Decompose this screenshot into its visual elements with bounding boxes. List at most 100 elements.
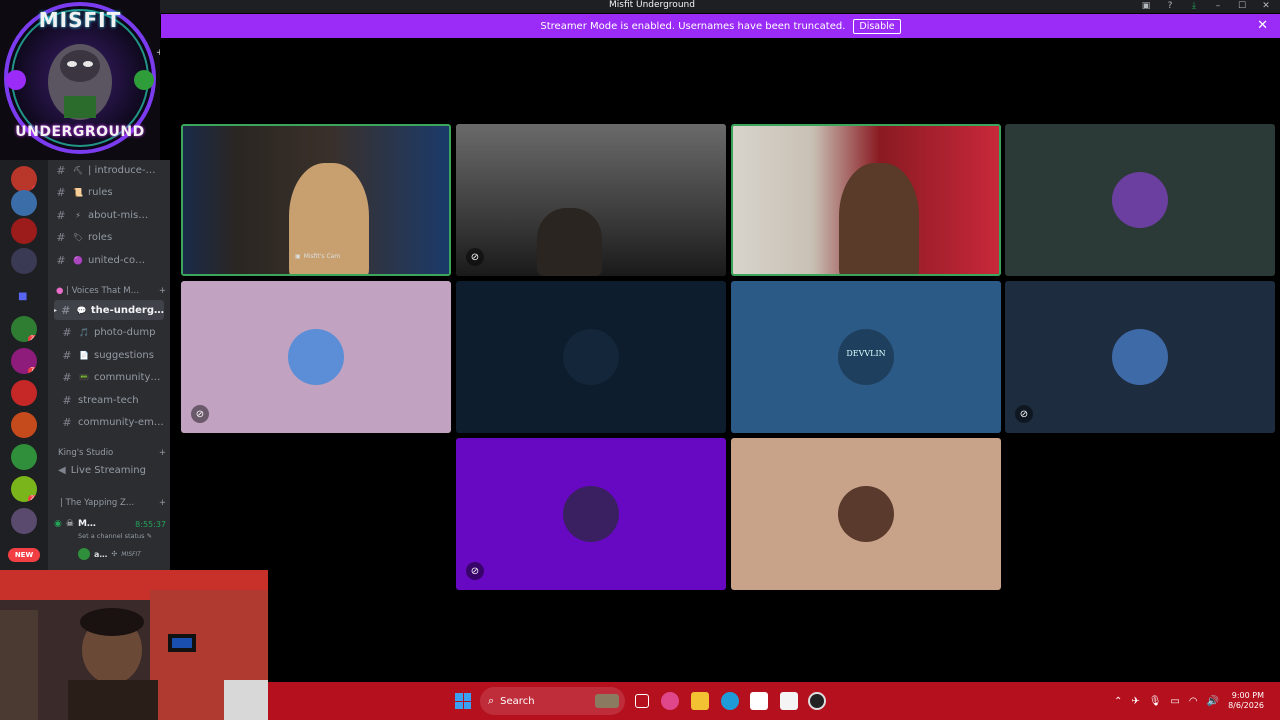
participant-silhouette [537, 207, 602, 276]
disable-streamer-mode-button[interactable]: Disable [853, 18, 901, 34]
notepad-icon[interactable] [780, 692, 798, 710]
avatar [838, 486, 894, 542]
channel-item[interactable]: # 🎵 photo-dump [54, 322, 164, 342]
close-window-icon[interactable]: ✕ [1260, 1, 1272, 12]
hash-icon: # [62, 415, 72, 429]
channel-item[interactable]: # ⛏ | introduce-… [54, 160, 164, 180]
skull-icon: ☠ [65, 519, 74, 529]
help-icon[interactable]: ? [1164, 1, 1176, 12]
speaker-on-icon: ◉ [54, 519, 62, 529]
participant-tile[interactable] [731, 124, 1001, 276]
participant-tile[interactable]: ⊘ [181, 281, 451, 433]
server-rail: 4 ■ 23 74 27 NEW [0, 160, 48, 570]
minimize-icon[interactable]: – [1212, 1, 1224, 12]
window-controls: ▣ ? ⤓ – ☐ ✕ [1140, 0, 1272, 12]
muted-icon: ⊘ [466, 248, 484, 266]
task-view-icon[interactable] [635, 694, 649, 708]
avatar [1112, 329, 1168, 385]
microphone-icon[interactable]: 🎙 [1149, 696, 1162, 707]
muted-icon: ⊘ [1015, 405, 1033, 423]
avatar [563, 486, 619, 542]
channel-item[interactable]: # community-em… [54, 412, 164, 432]
taskbar-search[interactable]: ⌕ Search [480, 687, 625, 715]
server-icon[interactable] [11, 380, 37, 406]
add-channel-icon[interactable]: + [159, 448, 166, 458]
voice-channel-live-streaming[interactable]: ◀ Live Streaming [58, 465, 166, 476]
camera-icon: ▣ [295, 253, 301, 260]
channel-item[interactable]: # 🏷 roles [54, 227, 164, 247]
category-yapping[interactable]: | The Yapping Z… + [56, 498, 166, 508]
chevron-up-icon[interactable]: ⌃ [1114, 696, 1122, 707]
file-explorer-icon[interactable] [691, 692, 709, 710]
category-voices[interactable]: ● | Voices That M… + [56, 286, 166, 296]
channel-item[interactable]: # 📟 community… [54, 367, 164, 387]
channel-item[interactable]: # 🟣 united-co… [54, 250, 164, 270]
start-button[interactable] [455, 693, 471, 709]
avatar-text: DEVVLIN [846, 349, 886, 358]
participant-tile[interactable]: ⊘ [456, 124, 726, 276]
camera-label: ▣ Misfit's Cam [295, 253, 341, 260]
inbox-icon[interactable]: ▣ [1140, 1, 1152, 12]
server-tag-icon: ✣ [111, 550, 118, 558]
system-tray: ⌃ ✈ 🎙 ▭ ◠ 🔊 9:00 PM 8/6/2026 [1114, 682, 1264, 720]
streamer-mode-message: Streamer Mode is enabled. Usernames have… [540, 20, 846, 32]
server-icon[interactable]: 4 [11, 166, 37, 192]
obs-icon[interactable] [808, 692, 826, 710]
new-badge[interactable]: NEW [8, 548, 40, 562]
participant-tile[interactable] [456, 281, 726, 433]
hash-icon: # [56, 185, 66, 199]
folder-icon[interactable]: ■ [18, 291, 29, 302]
search-highlight-icon [595, 694, 619, 708]
server-icon[interactable] [11, 508, 37, 534]
category-kings-studio[interactable]: King's Studio + [56, 448, 166, 458]
channel-item[interactable]: # 📜 rules [54, 182, 164, 202]
channel-item[interactable]: # stream-tech [54, 390, 164, 410]
server-icon[interactable]: 27 [11, 476, 37, 502]
channel-item[interactable]: # 📄 suggestions [54, 345, 164, 365]
avatar [1112, 172, 1168, 228]
download-icon[interactable]: ⤓ [1188, 1, 1200, 12]
server-icon[interactable] [11, 190, 37, 216]
participant-silhouette [839, 163, 920, 274]
server-icon[interactable] [11, 218, 37, 244]
hash-icon: # [56, 208, 66, 222]
server-icon[interactable]: 74 [11, 348, 37, 374]
display-icon[interactable]: ▭ [1170, 696, 1179, 707]
hash-icon: # [56, 163, 66, 177]
participant-tile[interactable] [1005, 124, 1275, 276]
server-logo[interactable]: MISFIT UNDERGROUND + [0, 0, 160, 160]
participant-tile[interactable] [731, 438, 1001, 590]
plus-icon[interactable]: + [156, 48, 160, 58]
server-icon[interactable] [11, 444, 37, 470]
participant-tile[interactable]: ⊘ [456, 438, 726, 590]
channel-item-active[interactable]: ▸ # 💬 the-underg… [54, 300, 164, 320]
speaker-icon: ◀ [58, 465, 66, 476]
window-title: Misfit Underground [609, 0, 695, 10]
participant-tile[interactable]: ⊘ [1005, 281, 1275, 433]
channel-item[interactable]: # ⚡ about-mis… [54, 205, 164, 225]
participant-tile[interactable]: ▣ Misfit's Cam [181, 124, 451, 276]
add-channel-icon[interactable]: + [159, 286, 166, 296]
title-bar: AI Misfit Underground ▣ ? ⤓ – ☐ ✕ [0, 0, 1280, 13]
avatar [288, 329, 344, 385]
voice-user-row[interactable]: a… ✣ MISFIT [78, 548, 141, 560]
store-icon[interactable] [750, 692, 768, 710]
server-icon[interactable] [11, 248, 37, 274]
chat-bubble-icon: ● [56, 286, 64, 296]
add-channel-icon[interactable]: + [159, 498, 166, 508]
avatar [563, 329, 619, 385]
maximize-icon[interactable]: ☐ [1236, 1, 1248, 12]
volume-icon[interactable]: 🔊 [1207, 696, 1219, 707]
muted-icon: ⊘ [191, 405, 209, 423]
server-icon[interactable] [11, 412, 37, 438]
hash-icon: # [62, 393, 72, 407]
location-icon[interactable]: ✈ [1131, 696, 1139, 707]
close-banner-icon[interactable]: ✕ [1257, 18, 1268, 33]
clock[interactable]: 9:00 PM 8/6/2026 [1228, 691, 1264, 711]
participant-tile[interactable]: DEVVLIN [731, 281, 1001, 433]
edge-icon[interactable] [721, 692, 739, 710]
server-icon[interactable]: 23 [11, 316, 37, 342]
wifi-icon[interactable]: ◠ [1189, 696, 1198, 707]
set-channel-status[interactable]: Set a channel status ✎ [78, 532, 152, 540]
copilot-icon[interactable] [661, 692, 679, 710]
